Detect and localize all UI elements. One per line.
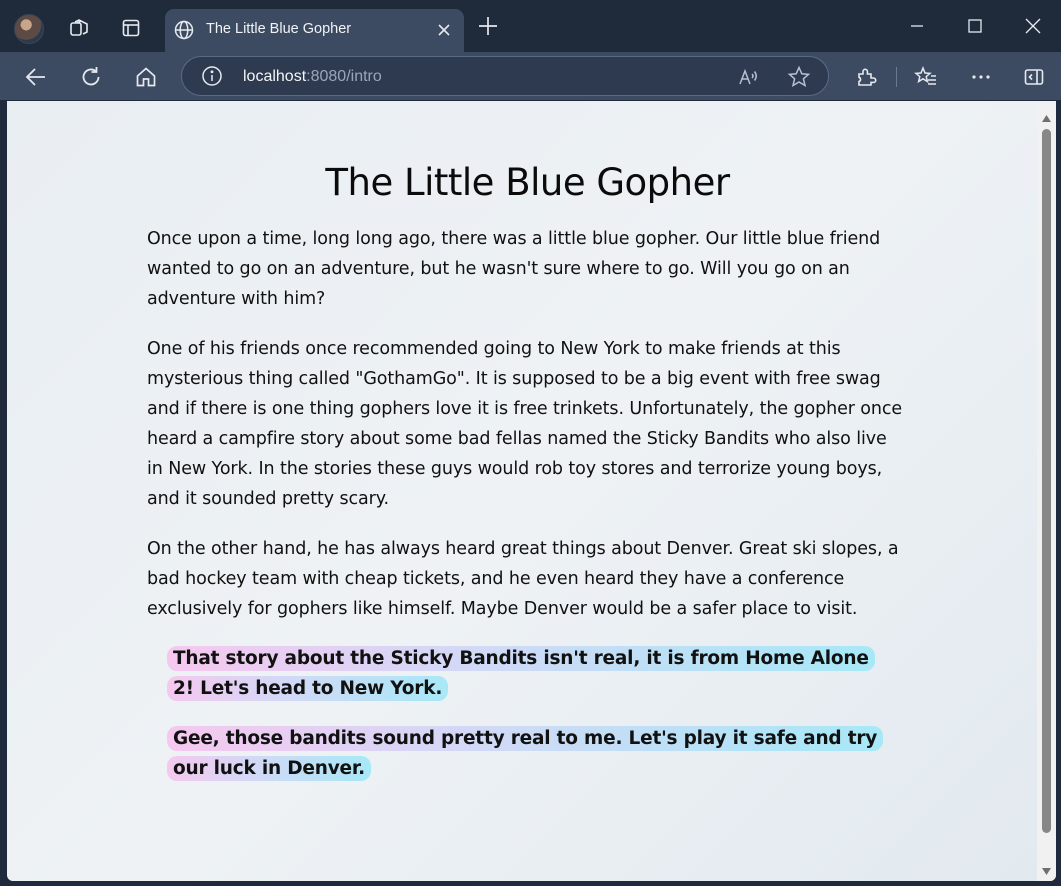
globe-icon (173, 19, 195, 45)
refresh-icon[interactable] (76, 62, 106, 92)
story-paragraph-2: One of his friends once recommended goin… (147, 339, 903, 509)
scroll-down-arrow-icon[interactable] (1041, 862, 1052, 875)
plus-icon[interactable] (476, 14, 500, 42)
scroll-up-arrow-icon[interactable] (1041, 109, 1052, 122)
close-icon[interactable] (433, 19, 455, 45)
choice-new-york-link[interactable]: That story about the Sticky Bandits isn'… (167, 646, 875, 701)
choice-new-york: That story about the Sticky Bandits isn'… (167, 644, 887, 704)
url-host: localhost (243, 68, 307, 85)
read-aloud-icon[interactable] (737, 66, 761, 92)
toolbar-divider (896, 67, 897, 87)
profile-avatar[interactable] (14, 14, 44, 44)
more-icon[interactable] (966, 62, 996, 92)
window-close-icon[interactable] (1013, 10, 1053, 42)
url-path: :8080/intro (306, 68, 382, 85)
browser-toolbar: localhost:8080/intro (0, 52, 1061, 100)
story-container: The Little Blue Gopher Once upon a time,… (147, 161, 907, 804)
maximize-icon[interactable] (955, 10, 995, 42)
scrollbar-thumb[interactable] (1042, 129, 1051, 833)
story-paragraph-3: On the other hand, he has always heard g… (147, 539, 899, 619)
back-arrow-icon[interactable] (21, 62, 51, 92)
scrollbar[interactable] (1037, 101, 1056, 881)
page-title: The Little Blue Gopher (325, 161, 730, 204)
minimize-icon[interactable] (897, 10, 937, 42)
collections-icon[interactable] (63, 12, 95, 44)
favorites-icon[interactable] (911, 62, 941, 92)
story-paragraph-1: Once upon a time, long long ago, there w… (147, 229, 881, 309)
url-text: localhost:8080/intro (243, 68, 382, 86)
tab-title: The Little Blue Gopher (206, 21, 352, 37)
tab-actions-icon[interactable] (115, 12, 147, 44)
star-icon[interactable] (787, 65, 811, 93)
page-viewport: The Little Blue Gopher Once upon a time,… (7, 101, 1056, 881)
info-icon[interactable] (201, 65, 223, 91)
sidebar-icon[interactable] (1019, 62, 1049, 92)
choice-denver: Gee, those bandits sound pretty real to … (167, 724, 887, 784)
title-bar: The Little Blue Gopher (0, 0, 1061, 52)
active-tab[interactable]: The Little Blue Gopher (165, 9, 464, 52)
address-bar[interactable]: localhost:8080/intro (181, 56, 829, 96)
home-icon[interactable] (131, 62, 161, 92)
choice-denver-link[interactable]: Gee, those bandits sound pretty real to … (167, 726, 884, 781)
extensions-icon[interactable] (851, 62, 881, 92)
